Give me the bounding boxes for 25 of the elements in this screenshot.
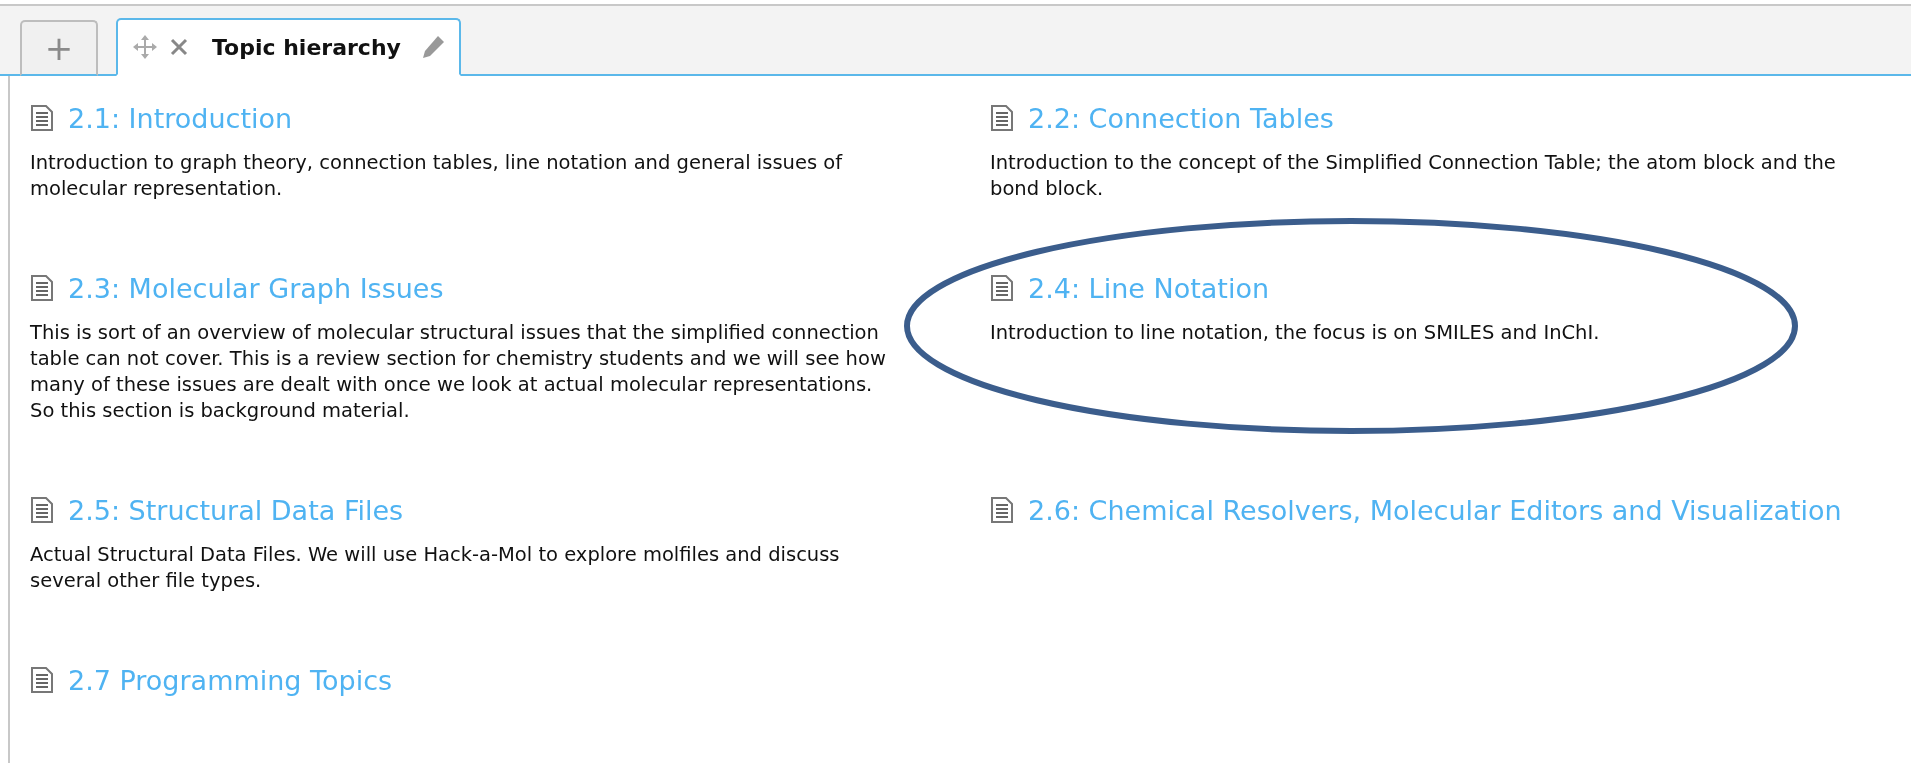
- topic-description: Actual Structural Data Files. We will use Hack-a-Mol to explore molfiles and discuss several other file types.: [30, 542, 841, 594]
- topic-link[interactable]: 2.7 Programming Topics: [68, 664, 393, 696]
- topic-description: Introduction to line notation, the focus is on SMILES and InChI.: [990, 320, 1601, 346]
- document-icon: [30, 496, 54, 524]
- tab[interactable]: Topic hierarchy: [116, 18, 461, 76]
- document-icon: [990, 274, 1014, 302]
- document-icon: [30, 274, 54, 302]
- topic-description: Introduction to graph theory, connection tables, line notation and general issues of molecular representation.: [30, 150, 844, 202]
- document-icon: [990, 496, 1014, 524]
- topic-description: Introduction to the concept of the Simplified Connection Table; the atom block and the bond block.: [990, 150, 1837, 202]
- document-icon: [990, 104, 1014, 132]
- topic-description: This is sort of an overview of molecular structural issues that the simplified connection table can not cover. This is a review section for chemistry students and we will see how many of these issues are dealt with once we look at actual molecular representations. So this section is background material.: [30, 320, 887, 424]
- document-icon: [30, 104, 54, 132]
- topic-link[interactable]: 2.4: Line Notation: [1028, 272, 1270, 304]
- tab-label: Topic hierarchy: [212, 34, 401, 60]
- topic-link[interactable]: 2.2: Connection Tables: [1028, 102, 1334, 134]
- document-icon: [30, 666, 54, 694]
- topic-link[interactable]: 2.6: Chemical Resolvers, Molecular Editors and Visualization: [1028, 494, 1842, 526]
- move-icon[interactable]: [132, 34, 158, 60]
- close-icon[interactable]: [170, 38, 188, 56]
- topic-link[interactable]: 2.3: Molecular Graph Issues: [68, 272, 444, 304]
- topic-link[interactable]: 2.5: Structural Data Files: [68, 494, 404, 526]
- add-tab-button[interactable]: +: [20, 20, 98, 76]
- pencil-icon[interactable]: [420, 35, 445, 59]
- topic-link[interactable]: 2.1: Introduction: [68, 102, 293, 134]
